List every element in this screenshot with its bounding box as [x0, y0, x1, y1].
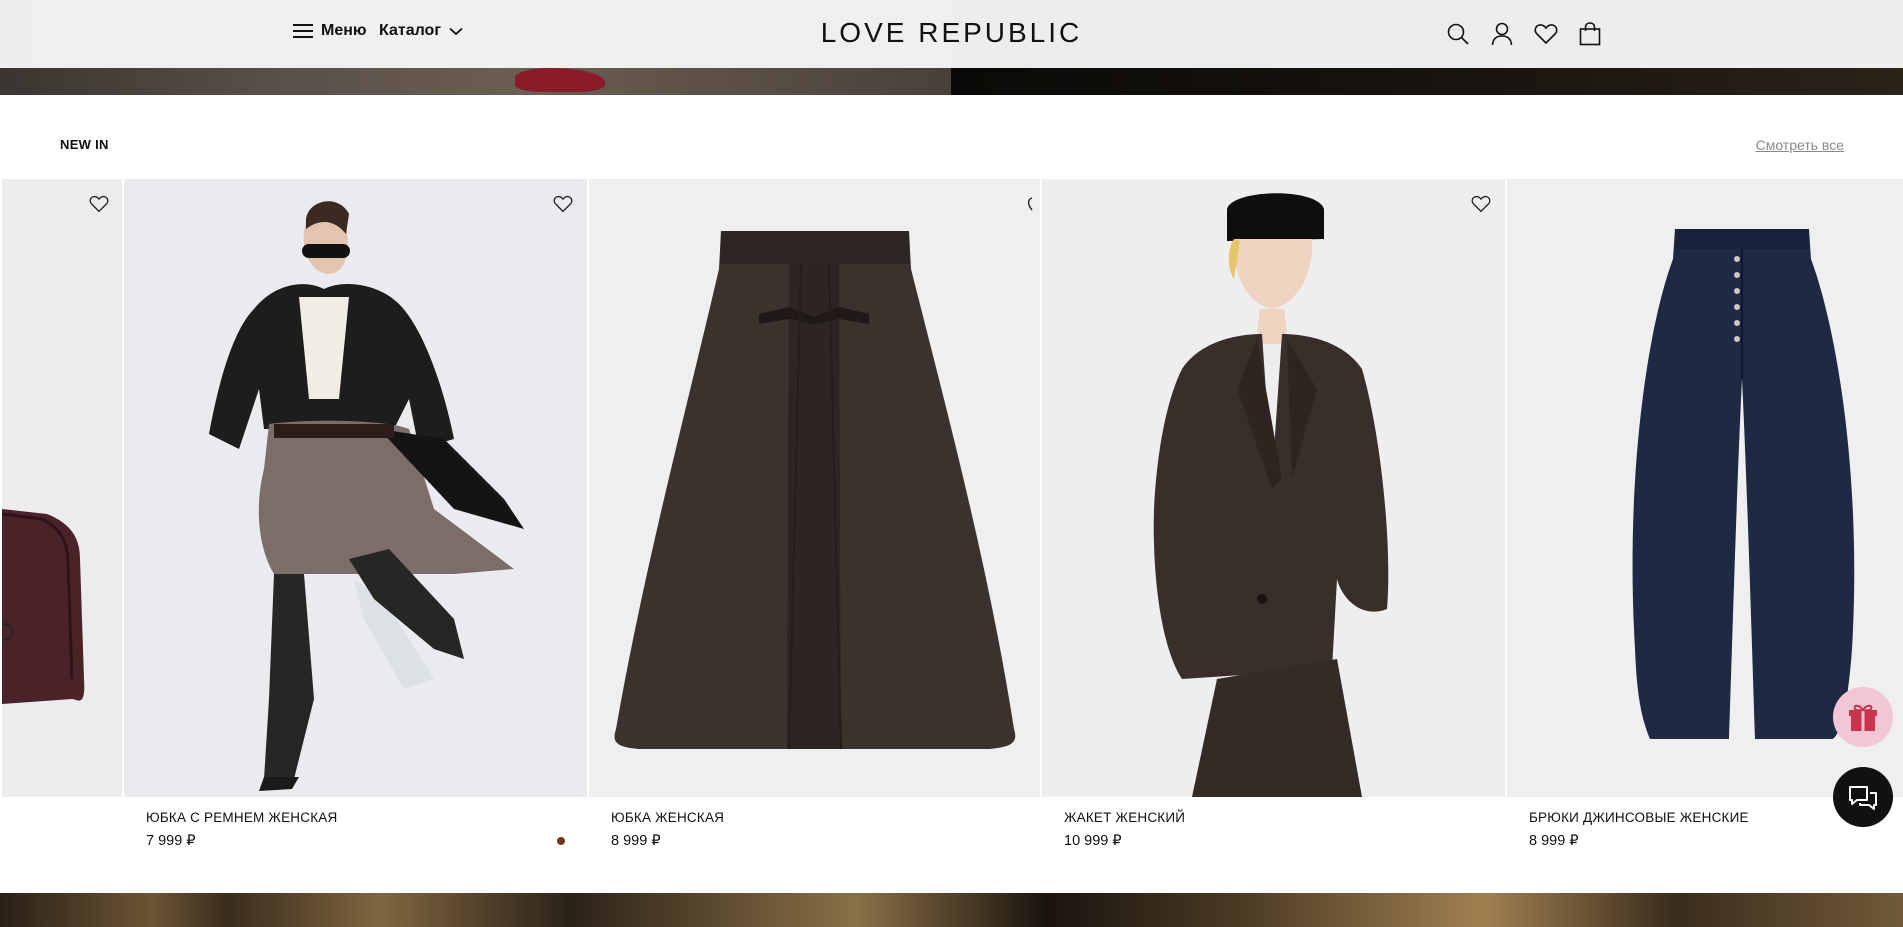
see-all-link[interactable]: Смотреть все — [1756, 137, 1844, 153]
favorite-heart-icon[interactable] — [86, 191, 112, 217]
product-image[interactable] — [124, 179, 587, 797]
catalog-button[interactable]: Каталог — [379, 22, 463, 40]
product-image[interactable] — [589, 179, 1040, 797]
product-price: 8 999 ₽ — [1529, 833, 1579, 849]
product-card[interactable]: БРЮКИ ДЖИНСОВЫЕ ЖЕНСКИЕ 8 999 ₽ — [1507, 179, 1903, 859]
menu-label: Меню — [321, 22, 367, 39]
bag-product-illustration — [2, 509, 85, 704]
menu-button[interactable]: Меню — [293, 22, 367, 40]
favorite-heart-icon[interactable] — [1017, 191, 1043, 217]
bottom-banner[interactable] — [0, 893, 1903, 927]
page: Меню Каталог LOVE REPUBLIC NEW IN Смотре… — [0, 0, 1903, 927]
product-price: 8 999 ₽ — [611, 833, 661, 849]
favorite-heart-icon[interactable] — [550, 191, 576, 217]
model-leather-jacket-illustration — [209, 201, 524, 791]
site-header: Меню Каталог LOVE REPUBLIC — [0, 0, 1903, 68]
hamburger-icon — [293, 23, 313, 39]
gift-icon — [1849, 704, 1877, 731]
brown-skirt-illustration — [614, 231, 1016, 750]
product-name[interactable]: ЮБКА С РЕМНЕМ ЖЕНСКАЯ — [146, 810, 337, 825]
hero-shoe — [515, 68, 605, 92]
product-price: 10 999 ₽ — [1064, 833, 1122, 849]
heart-icon[interactable] — [1534, 21, 1558, 47]
gift-button[interactable] — [1833, 687, 1893, 747]
chat-button[interactable] — [1833, 767, 1893, 827]
product-name[interactable]: ЖАКЕТ ЖЕНСКИЙ — [1064, 810, 1185, 825]
section-title: NEW IN — [60, 137, 109, 152]
favorite-heart-icon[interactable] — [1468, 191, 1494, 217]
product-card[interactable]: ЖАКЕТ ЖЕНСКИЙ 10 999 ₽ — [1042, 179, 1505, 859]
product-card[interactable]: ЮБКА ЖЕНСКАЯ 8 999 ₽ — [589, 179, 1040, 859]
product-card[interactable]: ЮБКА С РЕМНЕМ ЖЕНСКАЯ 7 999 ₽ — [124, 179, 587, 859]
chevron-down-icon — [449, 27, 463, 35]
product-image[interactable] — [2, 179, 122, 797]
catalog-label: Каталог — [379, 22, 441, 39]
product-card-partial[interactable] — [2, 179, 122, 859]
product-image[interactable] — [1042, 179, 1505, 797]
model-pinstripe-blazer-illustration — [1153, 193, 1389, 797]
color-swatch[interactable] — [557, 837, 565, 845]
chat-icon — [1849, 786, 1877, 810]
bag-icon[interactable] — [1578, 21, 1602, 47]
product-price: 7 999 ₽ — [146, 833, 196, 849]
search-icon[interactable] — [1446, 21, 1470, 47]
product-name[interactable]: БРЮКИ ДЖИНСОВЫЕ ЖЕНСКИЕ — [1529, 810, 1749, 825]
site-logo[interactable]: LOVE REPUBLIC — [821, 17, 1083, 48]
user-icon[interactable] — [1490, 21, 1514, 47]
product-name[interactable]: ЮБКА ЖЕНСКАЯ — [611, 810, 724, 825]
